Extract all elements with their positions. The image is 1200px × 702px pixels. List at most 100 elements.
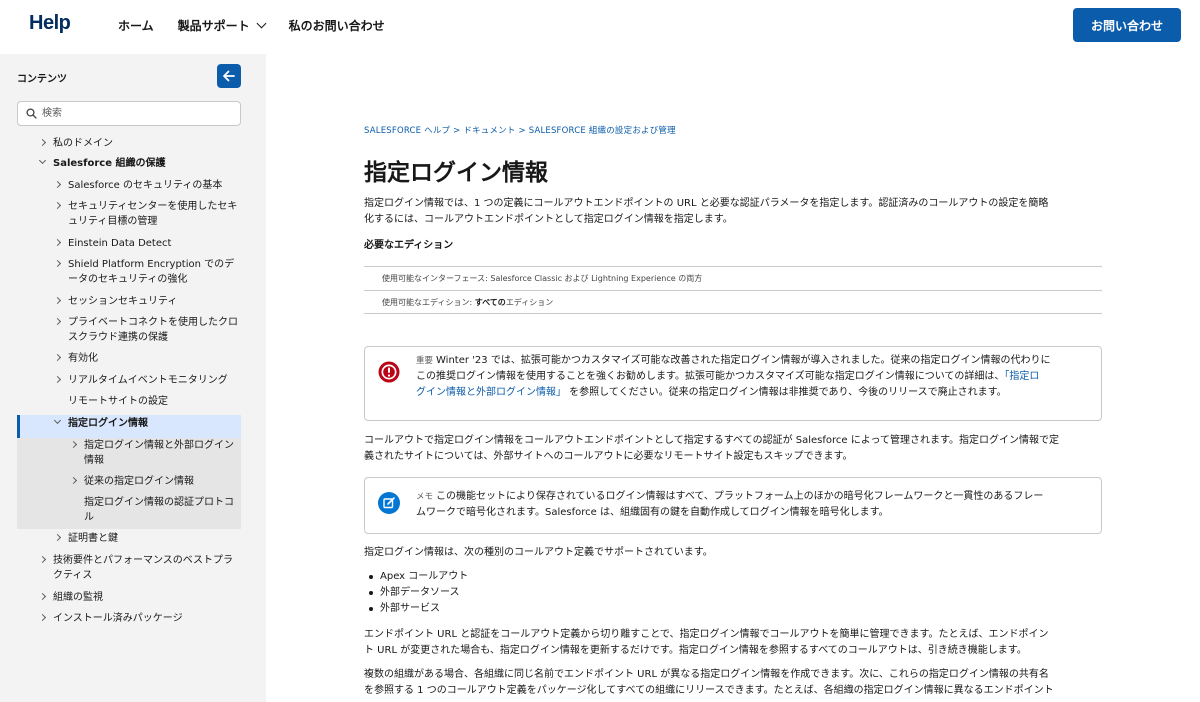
contact-us-button[interactable]: お問い合わせ [1073,8,1181,42]
sidebar-search[interactable] [17,101,241,126]
chevron-down-icon [38,156,47,165]
chevron-right-icon [53,533,62,542]
sidebar-item-label-line1: 指定ログイン情報の認証プロトコ [84,497,234,508]
chevron-right-icon [53,296,62,305]
sidebar-item-label-line1: Shield Platform Encryption でのデ [68,259,235,270]
edition-row-value: エディション [505,298,554,307]
search-input[interactable] [42,105,232,122]
sidebar-item-monitor-org[interactable]: 組織の監視 [38,590,103,605]
important-line: を参照してください。従来の指定ログイン情報は非推奨であり、今後のリリースで廃止さ… [566,387,1007,398]
sidebar-item-label: 私のドメイン [53,138,113,149]
chevron-right-icon [38,592,47,601]
sidebar: コンテンツ 私のドメイン Salesforce 組織の保護 Salesforce… [0,54,266,702]
chevron-right-icon [38,555,47,564]
sidebar-item-installed-packages[interactable]: インストール済みパッケージ [38,611,183,626]
list-item: 外部データソース [364,585,468,601]
sidebar-item-label-line1: プライベートコネクトを使用したクロ [68,317,238,328]
sidebar-item-label-line2: スクラウド連携の保護 [68,332,168,343]
sidebar-item-named-and-external-credentials[interactable]: 指定ログイン情報と外部ログイン 情報 [69,438,241,468]
chevron-down-icon [53,416,62,425]
memo-callout: メモ この機能セットにより保存されているログイン情報はすべて、プラットフォーム上の… [364,477,1102,534]
sidebar-item-label: Salesforce のセキュリティの基本 [68,180,223,191]
sidebar-item-named-credentials[interactable]: 指定ログイン情報 [53,416,148,431]
memo-line: この機能セットにより保存されているログイン情報はすべて、プラットフォーム上のほか… [436,491,1044,502]
sidebar-item-label-line2: ータのセキュリティの強化 [68,274,188,285]
nav-product-support-label: 製品サポート [177,19,250,33]
list-item: Apex コールアウト [364,569,468,585]
chevron-right-icon [53,259,62,268]
para-supported-types: 指定ログイン情報は、次の種別のコールアウト定義でサポートされています。 [364,547,713,558]
breadcrumb[interactable]: SALESFORCE ヘルプ > ドキュメント > SALESFORCE 組織の… [364,124,676,136]
sidebar-item-tech-requirements[interactable]: 技術要件とパフォーマンスのベストプラ クティス [38,553,240,583]
sidebar-item-label-line2: 情報 [84,455,104,466]
edition-row-label: 使用可能なエディション: [382,298,475,307]
sidebar-item-realtime-event-monitoring[interactable]: リアルタイムイベントモニタリング [53,373,228,388]
sidebar-item-legacy-named-credentials[interactable]: 従来の指定ログイン情報 [69,474,194,489]
callout-type-list: Apex コールアウト 外部データソース 外部サービス [364,569,468,617]
sidebar-item-certificates-and-keys[interactable]: 証明書と鍵 [53,531,118,546]
sidebar-item-private-connect[interactable]: プライベートコネクトを使用したクロ スクラウド連携の保護 [53,315,240,345]
chevron-right-icon [53,180,62,189]
paragraph-line: ト URL が変更された場合も、指定ログイン情報を更新するだけです。指定ログイン… [364,645,1027,656]
paragraph-line: 義されたサイトについては、外部サイトへのコールアウトに必要なリモートサイト設定も… [364,451,853,462]
help-logo[interactable]: Help [29,12,71,35]
sidebar-item-shield-encryption[interactable]: Shield Platform Encryption でのデ ータのセキュリティ… [53,257,240,287]
edition-row-value: Salesforce Classic および Lightning Experie… [490,274,703,283]
sidebar-item-auth-protocols[interactable]: 指定ログイン情報の認証プロトコ ル [84,495,241,525]
chevron-right-icon [53,238,62,247]
memo-text: メモ この機能セットにより保存されているログイン情報はすべて、プラットフォーム上の… [416,489,1091,521]
sidebar-item-label: 指定ログイン情報 [68,418,148,429]
important-line: Winter '23 では、拡張可能かつカスタマイズ可能な改善された指定ログイン… [436,355,1051,366]
named-and-external-credentials-link-cont[interactable]: グイン情報と外部ログイン情報」 [416,387,566,398]
chevron-right-icon [38,138,47,147]
sidebar-item-security-center[interactable]: セキュリティセンターを使用したセキ ュリティ目標の管理 [53,199,240,229]
paragraph-line: 複数の組織がある場合、各組織に同じ名前でエンドポイント URL が異なる指定ログ… [364,669,1049,680]
edition-row-editions: 使用可能なエディション: すべてのエディション [364,290,1102,314]
top-header: Help ホーム 製品サポート 私のお問い合わせ お問い合わせ [0,0,1200,54]
sidebar-item-label-line2: ュリティ目標の管理 [68,216,158,227]
memo-line: ムワークで暗号化されます。Salesforce は、組織固有の鍵を自動作成してロ… [416,507,889,518]
sidebar-item-label: インストール済みパッケージ [53,613,183,624]
paragraph-line: を参照する 1 つのコールアウト定義をパッケージ化してすべての組織にリリースでき… [364,685,1054,696]
edition-table: 使用可能なインターフェース: Salesforce Classic および Li… [364,266,1102,314]
list-item: 外部サービス [364,601,468,617]
arrow-left-icon [223,70,235,82]
nav-home[interactable]: ホーム [118,17,154,34]
sidebar-item-label-line1: 指定ログイン情報と外部ログイン [84,440,234,451]
chevron-right-icon [53,375,62,384]
collapse-sidebar-button[interactable] [217,64,241,88]
intro-paragraph: 指定ログイン情報では、1 つの定義にコールアウトエンドポイントの URL と必要… [364,196,1104,228]
chevron-right-icon [69,440,78,449]
search-icon [26,108,37,119]
named-and-external-credentials-link[interactable]: 「指定ロ [1004,371,1039,382]
note-icon [378,492,400,514]
edition-row-interface: 使用可能なインターフェース: Salesforce Classic および Li… [364,266,1102,290]
selected-item-indicator [17,415,20,438]
main-nav: ホーム 製品サポート 私のお問い合わせ [118,17,409,34]
para-decouple: エンドポイント URL と認証をコールアウト定義から切り離すことで、指定ログイン… [364,627,1104,659]
sidebar-item-label: 有効化 [68,353,98,364]
nav-my-cases[interactable]: 私のお問い合わせ [289,17,385,34]
main-content: SALESFORCE ヘルプ > ドキュメント > SALESFORCE 組織の… [266,54,1200,702]
sidebar-item-remote-site-settings[interactable]: リモートサイトの設定 [68,394,168,409]
memo-tag: メモ [416,492,434,502]
chevron-right-icon [69,476,78,485]
important-text: 重要 Winter '23 では、拡張可能かつカスタマイズ可能な改善された指定ログ… [416,353,1091,401]
sidebar-item-label: 従来の指定ログイン情報 [84,476,194,487]
sidebar-item-einstein-data-detect[interactable]: Einstein Data Detect [53,236,172,251]
paragraph-line: エンドポイント URL と認証をコールアウト定義から切り離すことで、指定ログイン… [364,629,1049,640]
page-title: 指定ログイン情報 [364,160,548,186]
error-icon [378,361,400,383]
sidebar-title: コンテンツ [17,74,67,85]
sidebar-item-session-security[interactable]: セッションセキュリティ [53,294,177,309]
sidebar-item-label: Einstein Data Detect [68,238,172,249]
sidebar-item-label: リモートサイトの設定 [68,396,168,407]
nav-product-support[interactable]: 製品サポート [177,17,267,34]
sidebar-item-my-domain[interactable]: 私のドメイン [38,136,113,151]
sidebar-item-enable[interactable]: 有効化 [53,351,98,366]
edition-row-bold: すべての [474,298,506,307]
sidebar-item-label: 証明書と鍵 [68,533,118,544]
sidebar-item-security-basics[interactable]: Salesforce のセキュリティの基本 [53,178,223,193]
important-callout: 重要 Winter '23 では、拡張可能かつカスタマイズ可能な改善された指定ログ… [364,346,1102,421]
sidebar-item-protect-org[interactable]: Salesforce 組織の保護 [38,156,165,171]
